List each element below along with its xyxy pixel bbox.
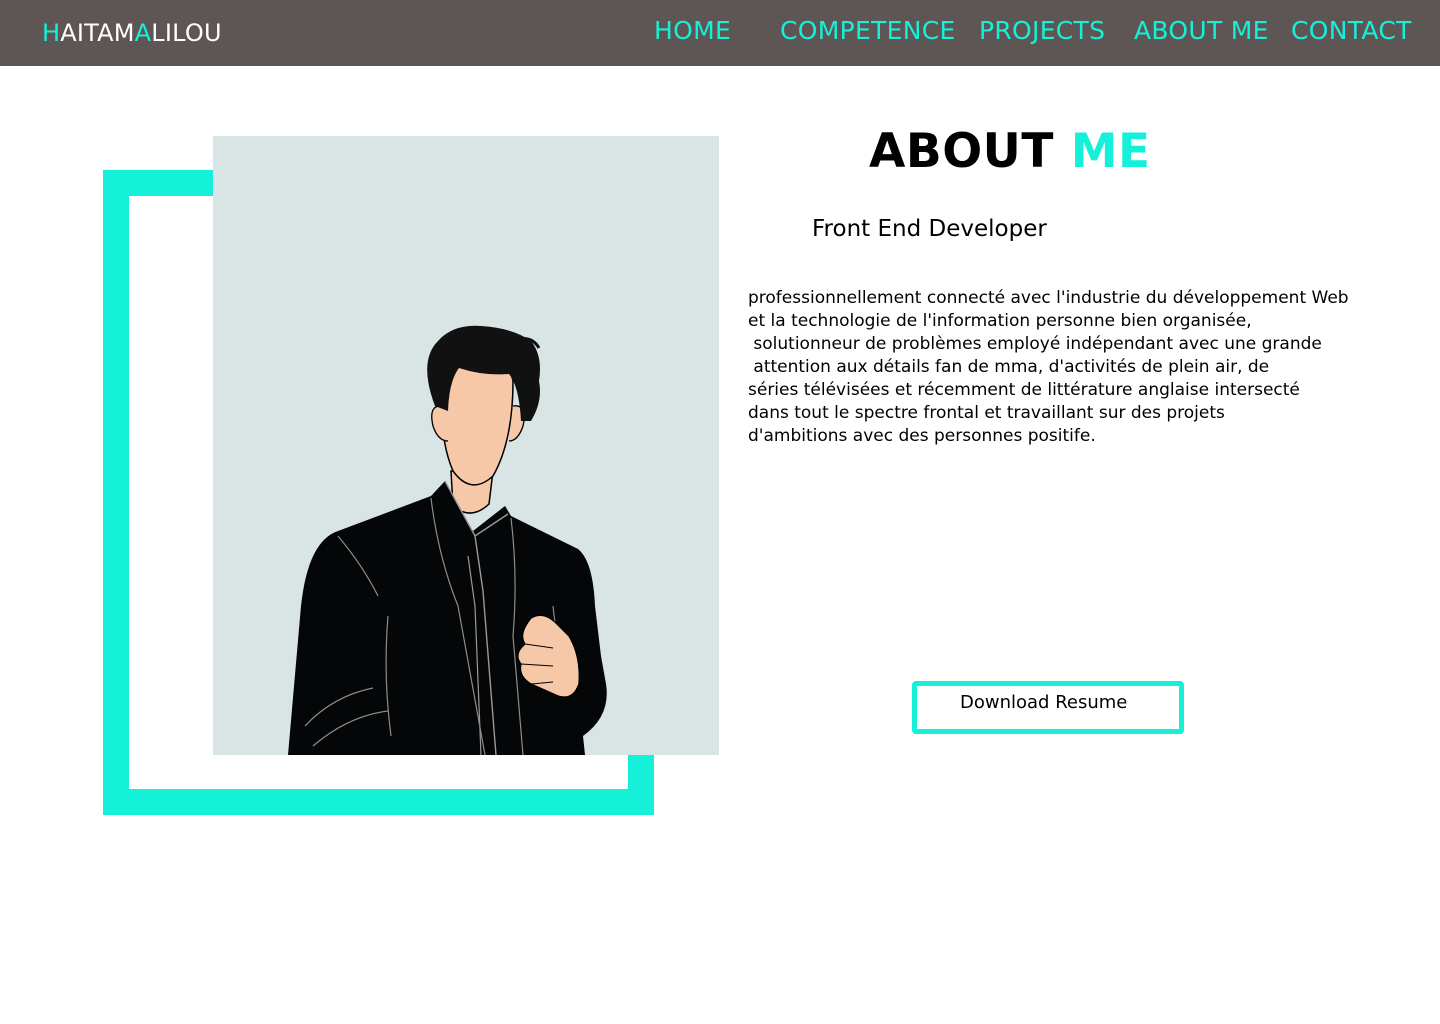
navbar: HAITAMALILOU HOME COMPETENCE PROJECTS AB… (0, 0, 1440, 66)
about-title-accent: ME (1070, 124, 1151, 179)
about-title-main: ABOUT (869, 124, 1054, 179)
role-subtitle: Front End Developer (812, 216, 1047, 242)
nav-home[interactable]: HOME (654, 16, 731, 45)
logo-first-name: AITAM (60, 19, 135, 47)
bio-line: professionnellement connecté avec l'indu… (748, 288, 1349, 308)
bio-line: séries télévisées et récemment de littér… (748, 380, 1300, 400)
about-title: ABOUT ME (869, 124, 1151, 179)
bio-line: attention aux détails fan de mma, d'acti… (748, 357, 1270, 377)
logo-last-name: LILOU (151, 19, 222, 47)
bio-line: solutionneur de problèmes employé indépe… (748, 334, 1322, 354)
profile-photo (213, 136, 719, 755)
bio-line: d'ambitions avec des personnes positife. (748, 426, 1096, 446)
person-illustration-icon (288, 325, 607, 755)
nav-about-me[interactable]: ABOUT ME (1134, 16, 1269, 45)
download-resume-button[interactable]: Download Resume (912, 681, 1184, 734)
nav-competence[interactable]: COMPETENCE (780, 16, 956, 45)
nav-projects[interactable]: PROJECTS (979, 16, 1105, 45)
bio-paragraph: professionnellement connecté avec l'indu… (748, 287, 1388, 448)
nav-contact[interactable]: CONTACT (1291, 16, 1412, 45)
bio-line: dans tout le spectre frontal et travaill… (748, 403, 1225, 423)
logo-initial-h: H (42, 19, 61, 47)
bio-line: et la technologie de l'information perso… (748, 311, 1252, 331)
logo-initial-a: A (134, 19, 152, 47)
site-logo[interactable]: HAITAMALILOU (42, 19, 222, 47)
download-resume-label: Download Resume (960, 692, 1128, 713)
